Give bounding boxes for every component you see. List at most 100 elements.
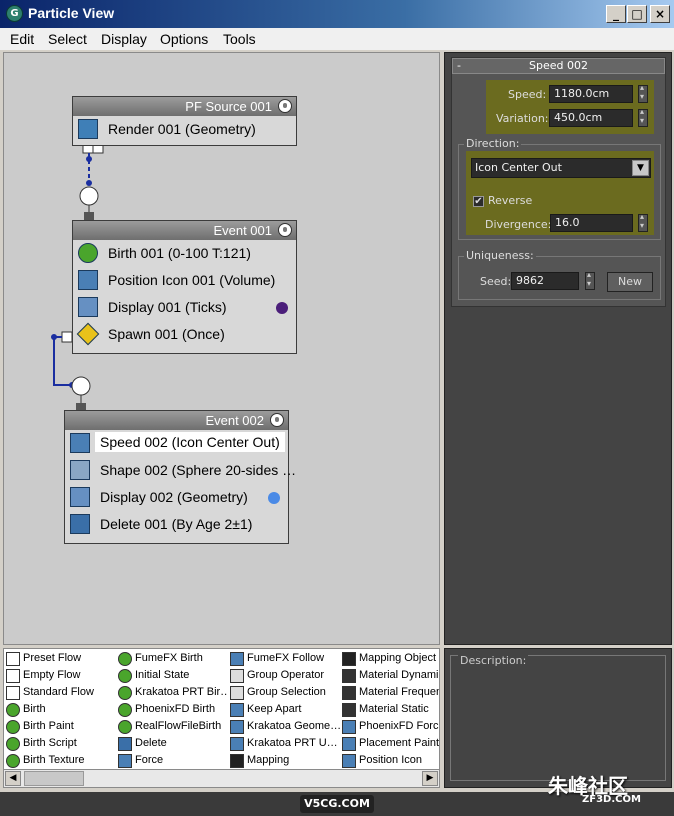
- depot-item[interactable]: Material Dynamic: [342, 668, 439, 685]
- depot-item[interactable]: Group Selection: [230, 685, 340, 702]
- depot-item-label: Mapping: [247, 754, 290, 766]
- variation-spinner[interactable]: [638, 107, 648, 127]
- operator-label: Render 001 (Geometry): [108, 121, 256, 137]
- divergence-label: Divergence:: [485, 218, 552, 231]
- maximize-button[interactable]: □: [627, 5, 647, 23]
- minimize-button[interactable]: _: [606, 5, 626, 23]
- menu-edit[interactable]: Edit: [10, 31, 34, 47]
- operator-depot: Preset Flow Empty Flow Standard Flow Bir…: [3, 648, 440, 788]
- depot-item[interactable]: Krakatoa PRT Bir…: [118, 685, 228, 702]
- display-color-swatch[interactable]: [268, 492, 280, 504]
- krakatoa-prt-update-icon: [230, 737, 244, 751]
- display-color-swatch[interactable]: [276, 302, 288, 314]
- dropdown-arrow-icon[interactable]: ▼: [632, 160, 649, 176]
- site-watermark: V5CG.COM: [300, 795, 374, 813]
- birth-script-icon: [6, 737, 20, 751]
- depot-horizontal-scrollbar[interactable]: ◀ ▶: [3, 769, 440, 788]
- depot-item[interactable]: FumeFX Follow: [230, 651, 340, 668]
- depot-item[interactable]: Material Static: [342, 702, 439, 719]
- depot-item[interactable]: PhoenixFD Birth: [118, 702, 228, 719]
- depot-item-label: Position Icon: [359, 754, 422, 766]
- operator-label: Delete 001 (By Age 2±1): [100, 516, 253, 532]
- speed-spinner[interactable]: [638, 83, 648, 103]
- depot-item-label: Placement Paint: [359, 737, 439, 749]
- operator-speed[interactable]: Speed 002 (Icon Center Out): [65, 430, 288, 457]
- material-frequency-icon: [342, 686, 356, 700]
- event-002-node[interactable]: Event 002 Speed 002 (Icon Center Out) Sh…: [64, 410, 296, 544]
- menu-tools[interactable]: Tools: [223, 31, 256, 47]
- depot-item[interactable]: Birth Paint: [6, 719, 116, 736]
- menu-select[interactable]: Select: [48, 31, 87, 47]
- position-icon: [78, 270, 98, 290]
- depot-item[interactable]: Material Frequen: [342, 685, 439, 702]
- operator-shape[interactable]: Shape 002 (Sphere 20-sides …: [65, 457, 296, 484]
- material-static-icon: [342, 703, 356, 717]
- operator-delete[interactable]: Delete 001 (By Age 2±1): [65, 511, 288, 538]
- seed-spinner[interactable]: [585, 270, 595, 290]
- depot-item[interactable]: Force: [118, 753, 228, 770]
- depot-item[interactable]: RealFlowFileBirth: [118, 719, 228, 736]
- particle-view-canvas[interactable]: PF Source 001 Render 001 (Geometry) Even…: [3, 52, 440, 645]
- menu-options[interactable]: Options: [160, 31, 208, 47]
- depot-item[interactable]: Keep Apart: [230, 702, 340, 719]
- pf-source-header[interactable]: PF Source 001: [73, 97, 296, 116]
- divergence-field[interactable]: 16.0: [550, 214, 633, 232]
- description-box: Description:: [450, 654, 666, 781]
- pf-source-node[interactable]: PF Source 001 Render 001 (Geometry): [72, 96, 297, 146]
- window-title: Particle View: [28, 5, 115, 21]
- depot-item[interactable]: Delete: [118, 736, 228, 753]
- speed-field[interactable]: 1180.0cm: [549, 85, 633, 103]
- new-seed-button[interactable]: New: [607, 272, 653, 292]
- depot-item[interactable]: Standard Flow: [6, 685, 116, 702]
- material-dynamic-icon: [342, 669, 356, 683]
- scroll-right-icon[interactable]: ▶: [422, 771, 438, 786]
- depot-item[interactable]: Krakatoa Geome…: [230, 719, 340, 736]
- event-002-header[interactable]: Event 002: [65, 411, 288, 430]
- depot-item[interactable]: Mapping Object: [342, 651, 439, 668]
- collapse-icon[interactable]: -: [457, 59, 461, 73]
- close-button[interactable]: ×: [650, 5, 670, 23]
- menu-display[interactable]: Display: [101, 31, 147, 47]
- event-001-header[interactable]: Event 001: [73, 221, 296, 240]
- fumefx-follow-icon: [230, 652, 244, 666]
- bulb-icon[interactable]: [278, 223, 292, 237]
- event-002-title: Event 002: [205, 413, 264, 428]
- depot-item[interactable]: Birth Texture: [6, 753, 116, 770]
- operator-render[interactable]: Render 001 (Geometry): [73, 116, 296, 143]
- depot-item[interactable]: Birth: [6, 702, 116, 719]
- operator-birth[interactable]: Birth 001 (0-100 T:121): [73, 240, 296, 267]
- depot-item[interactable]: Placement Paint: [342, 736, 439, 753]
- variation-field[interactable]: 450.0cm: [549, 109, 633, 127]
- direction-dropdown[interactable]: Icon Center Out ▼: [471, 158, 651, 178]
- seed-field[interactable]: 9862: [511, 272, 579, 290]
- depot-item-label: Initial State: [135, 669, 190, 681]
- depot-item[interactable]: Empty Flow: [6, 668, 116, 685]
- depot-item[interactable]: Mapping: [230, 753, 340, 770]
- bulb-icon[interactable]: [278, 99, 292, 113]
- operator-label: Birth 001 (0-100 T:121): [108, 245, 251, 261]
- rollout-title-bar[interactable]: - Speed 002: [452, 58, 665, 74]
- scroll-left-icon[interactable]: ◀: [5, 771, 21, 786]
- operator-position-icon[interactable]: Position Icon 001 (Volume): [73, 267, 296, 294]
- operator-spawn[interactable]: Spawn 001 (Once): [73, 321, 296, 348]
- depot-item[interactable]: Initial State: [118, 668, 228, 685]
- divergence-spinner[interactable]: [638, 212, 648, 232]
- mapping-icon: [230, 754, 244, 768]
- depot-item[interactable]: Position Icon: [342, 753, 439, 770]
- depot-item-label: Krakatoa PRT U…: [247, 737, 338, 749]
- depot-item[interactable]: PhoenixFD Force: [342, 719, 439, 736]
- event-001-node[interactable]: Event 001 Birth 001 (0-100 T:121) Positi…: [72, 220, 297, 354]
- reverse-checkbox[interactable]: ✔: [473, 196, 484, 207]
- depot-item[interactable]: FumeFX Birth: [118, 651, 228, 668]
- depot-item[interactable]: Krakatoa PRT U…: [230, 736, 340, 753]
- scroll-thumb[interactable]: [24, 771, 84, 786]
- operator-display[interactable]: Display 001 (Ticks): [73, 294, 296, 321]
- depot-item[interactable]: Birth Script: [6, 736, 116, 753]
- title-bar[interactable]: G Particle View _ □ ×: [0, 0, 674, 28]
- depot-item-label: Birth Paint: [23, 720, 74, 732]
- bulb-icon[interactable]: [270, 413, 284, 427]
- depot-item[interactable]: Preset Flow: [6, 651, 116, 668]
- operator-display[interactable]: Display 002 (Geometry): [65, 484, 288, 511]
- depot-item[interactable]: Group Operator: [230, 668, 340, 685]
- app-logo-icon: G: [6, 5, 23, 22]
